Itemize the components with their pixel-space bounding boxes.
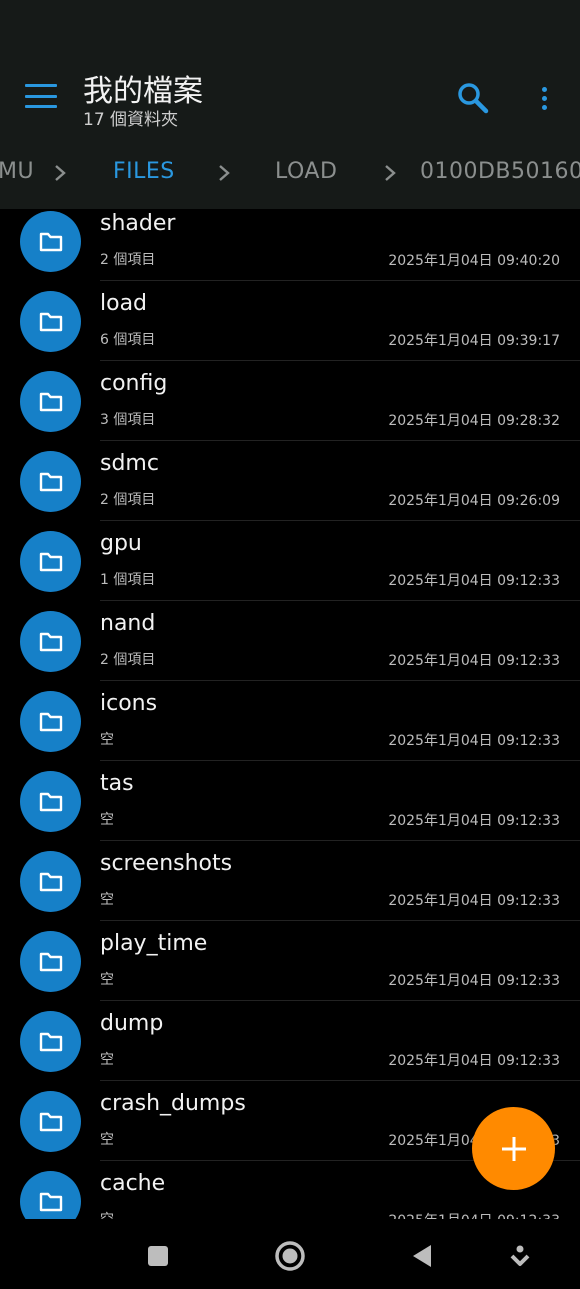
file-name: shader bbox=[100, 211, 176, 236]
plus-icon bbox=[501, 1136, 526, 1161]
item-count: 2 個項目 bbox=[100, 492, 156, 508]
folder-icon bbox=[20, 691, 81, 752]
file-name: nand bbox=[100, 611, 156, 636]
folder-icon bbox=[20, 1171, 81, 1219]
list-item[interactable]: nand 2 個項目 2025年1月04日 09:12:33 bbox=[0, 609, 580, 689]
list-item[interactable]: gpu 1 個項目 2025年1月04日 09:12:33 bbox=[0, 529, 580, 609]
item-count: 1 個項目 bbox=[100, 572, 156, 588]
modified-date: 2025年1月04日 09:28:32 bbox=[388, 413, 560, 429]
modified-date: 2025年1月04日 09:12:33 bbox=[388, 813, 560, 829]
list-item[interactable]: sdmc 2 個項目 2025年1月04日 09:26:09 bbox=[0, 449, 580, 529]
divider bbox=[100, 840, 580, 841]
divider bbox=[100, 1000, 580, 1001]
chevron-right-icon bbox=[55, 165, 66, 181]
divider bbox=[100, 600, 580, 601]
item-count: 3 個項目 bbox=[100, 412, 156, 428]
list-item[interactable]: icons 空 2025年1月04日 09:12:33 bbox=[0, 689, 580, 769]
circle-nav-icon[interactable] bbox=[270, 1236, 310, 1276]
system-nav-bar bbox=[0, 1219, 580, 1289]
folder-icon bbox=[20, 851, 81, 912]
folder-count-subtitle: 17 個資料夾 bbox=[83, 110, 179, 130]
divider bbox=[100, 360, 580, 361]
list-item[interactable]: tas 空 2025年1月04日 09:12:33 bbox=[0, 769, 580, 849]
divider bbox=[100, 760, 580, 761]
item-count: 6 個項目 bbox=[100, 332, 156, 348]
file-name: dump bbox=[100, 1011, 164, 1036]
file-name: config bbox=[100, 371, 168, 396]
folder-icon bbox=[20, 611, 81, 672]
file-name: screenshots bbox=[100, 851, 233, 876]
more-vertical-icon[interactable] bbox=[530, 80, 558, 116]
file-name: tas bbox=[100, 771, 134, 796]
item-count: 空 bbox=[100, 732, 114, 748]
folder-icon bbox=[20, 771, 81, 832]
modified-date: 2025年1月04日 09:40:20 bbox=[388, 253, 560, 269]
folder-icon bbox=[20, 931, 81, 992]
modified-date: 2025年1月04日 09:12:33 bbox=[388, 1053, 560, 1069]
list-item[interactable]: screenshots 空 2025年1月04日 09:12:33 bbox=[0, 849, 580, 929]
file-name: cache bbox=[100, 1171, 166, 1196]
item-count: 2 個項目 bbox=[100, 652, 156, 668]
item-count: 空 bbox=[100, 892, 114, 908]
modified-date: 2025年1月04日 09:12:33 bbox=[388, 733, 560, 749]
add-button[interactable] bbox=[472, 1107, 555, 1190]
item-count: 空 bbox=[100, 1052, 114, 1068]
folder-icon bbox=[20, 1011, 81, 1072]
item-count: 2 個項目 bbox=[100, 252, 156, 268]
folder-icon bbox=[20, 371, 81, 432]
divider bbox=[100, 440, 580, 441]
file-name: play_time bbox=[100, 931, 208, 956]
download-nav-icon[interactable] bbox=[500, 1236, 540, 1276]
app-bar: 我的檔案 17 個資料夾 MU FILES LOAD 0100DB50160D bbox=[0, 0, 580, 209]
modified-date: 2025年1月04日 09:12:33 bbox=[388, 1210, 560, 1219]
divider bbox=[100, 1080, 580, 1081]
folder-icon bbox=[20, 1091, 81, 1152]
list-item[interactable]: dump 空 2025年1月04日 09:12:33 bbox=[0, 1009, 580, 1089]
chevron-right-icon bbox=[385, 165, 396, 181]
breadcrumb-item-load[interactable]: LOAD bbox=[275, 159, 337, 184]
list-item[interactable]: load 6 個項目 2025年1月04日 09:39:17 bbox=[0, 289, 580, 369]
folder-icon bbox=[20, 291, 81, 352]
file-name: crash_dumps bbox=[100, 1091, 246, 1116]
file-list: shader 2 個項目 2025年1月04日 09:40:20 load 6 個項目 2… bbox=[0, 209, 580, 1219]
modified-date: 2025年1月04日 09:39:17 bbox=[388, 333, 560, 349]
back-triangle-nav-icon[interactable] bbox=[402, 1236, 442, 1276]
search-icon[interactable] bbox=[455, 80, 491, 116]
item-count: 空 bbox=[100, 1209, 114, 1219]
folder-icon bbox=[20, 211, 81, 272]
divider bbox=[100, 920, 580, 921]
folder-icon bbox=[20, 451, 81, 512]
item-count: 空 bbox=[100, 812, 114, 828]
breadcrumb-item-folder-id[interactable]: 0100DB50160D bbox=[420, 159, 580, 184]
list-item[interactable]: config 3 個項目 2025年1月04日 09:28:32 bbox=[0, 369, 580, 449]
file-name: load bbox=[100, 291, 148, 316]
item-count: 空 bbox=[100, 972, 114, 988]
list-item[interactable]: play_time 空 2025年1月04日 09:12:33 bbox=[0, 929, 580, 1009]
item-count: 空 bbox=[100, 1132, 114, 1148]
list-item[interactable]: shader 2 個項目 2025年1月04日 09:40:20 bbox=[0, 209, 580, 289]
file-name: icons bbox=[100, 691, 158, 716]
modified-date: 2025年1月04日 09:12:33 bbox=[388, 893, 560, 909]
breadcrumb-item-files[interactable]: FILES bbox=[113, 159, 175, 184]
page-title: 我的檔案 bbox=[83, 74, 203, 109]
divider bbox=[100, 520, 580, 521]
chevron-right-icon bbox=[219, 165, 230, 181]
file-name: gpu bbox=[100, 531, 142, 556]
square-nav-icon[interactable] bbox=[138, 1236, 178, 1276]
hamburger-menu-icon[interactable] bbox=[22, 80, 60, 112]
divider bbox=[100, 680, 580, 681]
breadcrumb-item-mu[interactable]: MU bbox=[0, 159, 34, 184]
breadcrumb: MU FILES LOAD 0100DB50160D bbox=[0, 150, 580, 198]
folder-icon bbox=[20, 531, 81, 592]
modified-date: 2025年1月04日 09:26:09 bbox=[388, 493, 560, 509]
divider bbox=[100, 280, 580, 281]
file-name: sdmc bbox=[100, 451, 159, 476]
modified-date: 2025年1月04日 09:12:33 bbox=[388, 573, 560, 589]
modified-date: 2025年1月04日 09:12:33 bbox=[388, 973, 560, 989]
modified-date: 2025年1月04日 09:12:33 bbox=[388, 653, 560, 669]
